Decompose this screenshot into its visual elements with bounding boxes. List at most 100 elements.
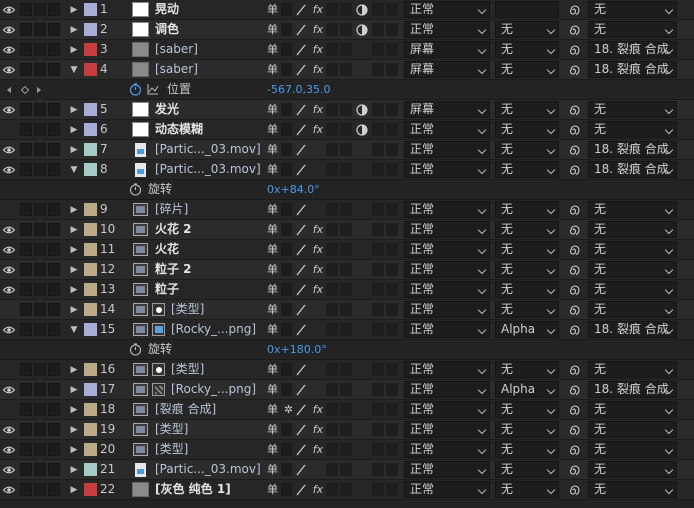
stopwatch-icon[interactable] (128, 340, 142, 359)
track-matte-dropdown[interactable]: 无 (495, 401, 559, 418)
motion-blur-slot[interactable] (340, 363, 352, 376)
lock-toggle[interactable] (48, 423, 60, 436)
collapse-switch-slot[interactable] (281, 263, 292, 276)
parent-pickwhip-icon[interactable] (566, 280, 582, 299)
quality-switch-icon[interactable] (295, 220, 307, 239)
label-color-swatch[interactable] (84, 3, 97, 16)
parent-pickwhip-icon[interactable] (566, 360, 582, 379)
keyframe-next-icon[interactable] (34, 80, 44, 99)
layer-row[interactable]: ▶ 3 [saber] 单 fx 屏幕无 18. 裂痕 合成 (0, 40, 694, 60)
parent-dropdown[interactable]: 无 (588, 221, 677, 238)
frame-blend-slot[interactable] (326, 103, 338, 116)
3d-layer-slot[interactable] (386, 443, 398, 456)
quality-switch-icon[interactable] (295, 40, 307, 59)
layer-name[interactable]: [裂痕 合成] (155, 400, 261, 419)
track-matte-dropdown[interactable]: Alpha (495, 381, 559, 398)
collapse-switch-slot[interactable] (281, 463, 292, 476)
fx-switch-icon[interactable]: fx (310, 440, 326, 459)
twirl-right-icon[interactable]: ▶ (68, 440, 80, 459)
parent-dropdown[interactable]: 无 (588, 261, 677, 278)
adjustment-slot[interactable] (372, 243, 384, 256)
track-matte-dropdown[interactable]: 无 (495, 461, 559, 478)
solo-toggle[interactable] (34, 63, 46, 76)
layer-row[interactable]: ▶ 7 [Partic..._03.mov] 单 正常无 18. 裂痕 合成 (0, 140, 694, 160)
motion-blur-slot[interactable] (340, 303, 352, 316)
frame-blend-slot[interactable] (326, 283, 338, 296)
parent-dropdown[interactable]: 18. 裂痕 合成 (588, 141, 677, 158)
blend-mode-dropdown[interactable]: 正常 (404, 21, 490, 38)
layer-name[interactable]: 晃动 (155, 0, 261, 19)
layer-row[interactable]: ▼ 15 [Rocky_...png] 单 正常 Alpha 18. 裂痕 合成 (0, 320, 694, 340)
eye-off-slot[interactable] (2, 400, 16, 419)
adjustment-slot[interactable] (372, 203, 384, 216)
track-matte-dropdown[interactable]: 无 (495, 121, 559, 138)
3d-layer-slot[interactable] (386, 263, 398, 276)
3d-layer-slot[interactable] (386, 463, 398, 476)
motion-blur-slot[interactable] (340, 3, 352, 16)
parent-dropdown[interactable]: 18. 裂痕 合成 (588, 321, 677, 338)
motion-blur-icon[interactable] (355, 0, 369, 19)
layer-row[interactable]: ▶ 9 [碎片] 单正常无无 (0, 200, 694, 220)
fx-switch-icon[interactable]: fx (310, 20, 326, 39)
stopwatch-icon[interactable] (128, 180, 142, 199)
eye-icon[interactable] (2, 320, 16, 339)
parent-pickwhip-icon[interactable] (566, 320, 582, 339)
audio-toggle[interactable] (20, 323, 32, 336)
layer-name[interactable]: [灰色 纯色 1] (155, 480, 261, 499)
parent-dropdown[interactable]: 18. 裂痕 合成 (588, 41, 677, 58)
frame-blend-slot[interactable] (326, 3, 338, 16)
keyframe-add-icon[interactable] (20, 80, 30, 99)
shy-switch-icon[interactable]: 单 (266, 220, 279, 239)
solo-toggle[interactable] (34, 263, 46, 276)
parent-pickwhip-icon[interactable] (566, 480, 582, 499)
label-color-swatch[interactable] (84, 323, 97, 336)
motion-blur-slot[interactable] (340, 203, 352, 216)
quality-switch-icon[interactable] (295, 200, 307, 219)
audio-toggle[interactable] (20, 163, 32, 176)
fx-switch-icon[interactable]: fx (310, 0, 326, 19)
collapse-switch-slot[interactable] (281, 23, 292, 36)
shy-switch-icon[interactable]: 单 (266, 260, 279, 279)
layer-name[interactable]: [类型] (171, 360, 261, 379)
adjustment-slot[interactable] (372, 43, 384, 56)
3d-layer-slot[interactable] (386, 363, 398, 376)
audio-toggle[interactable] (20, 363, 32, 376)
audio-toggle[interactable] (20, 383, 32, 396)
3d-layer-slot[interactable] (386, 223, 398, 236)
lock-toggle[interactable] (48, 303, 60, 316)
eye-icon[interactable] (2, 280, 16, 299)
adjustment-slot[interactable] (372, 3, 384, 16)
frame-blend-slot[interactable] (326, 223, 338, 236)
frame-blend-slot[interactable] (326, 483, 338, 496)
3d-layer-slot[interactable] (386, 243, 398, 256)
frame-blend-slot[interactable] (326, 123, 338, 136)
blend-mode-dropdown[interactable]: 正常 (404, 241, 490, 258)
solo-toggle[interactable] (34, 3, 46, 16)
layer-row[interactable]: ▶ 14 [类型] 单正常无无 (0, 300, 694, 320)
motion-blur-slot[interactable] (340, 103, 352, 116)
parent-pickwhip-icon[interactable] (566, 400, 582, 419)
frame-blend-slot[interactable] (326, 323, 338, 336)
label-color-swatch[interactable] (84, 423, 97, 436)
lock-toggle[interactable] (48, 223, 60, 236)
quality-switch-icon[interactable] (295, 300, 307, 319)
parent-dropdown[interactable]: 无 (588, 121, 677, 138)
audio-toggle[interactable] (20, 303, 32, 316)
fx-switch-icon[interactable]: fx (310, 120, 326, 139)
track-matte-dropdown[interactable]: 无 (495, 421, 559, 438)
shy-switch-icon[interactable]: 单 (266, 400, 279, 419)
collapse-switch-icon[interactable]: ✲ (282, 400, 295, 419)
audio-toggle[interactable] (20, 103, 32, 116)
parent-dropdown[interactable]: 18. 裂痕 合成 (588, 381, 677, 398)
adjustment-slot[interactable] (372, 423, 384, 436)
audio-toggle[interactable] (20, 203, 32, 216)
collapse-switch-slot[interactable] (281, 363, 292, 376)
motion-blur-slot[interactable] (340, 63, 352, 76)
label-color-swatch[interactable] (84, 463, 97, 476)
layer-name[interactable]: 发光 (155, 100, 261, 119)
lock-toggle[interactable] (48, 3, 60, 16)
blend-mode-dropdown[interactable]: 正常 (404, 301, 490, 318)
fx-switch-icon[interactable]: fx (310, 100, 326, 119)
layer-row[interactable]: ▼ 8 [Partic..._03.mov] 单 正常无 18. 裂痕 合成 (0, 160, 694, 180)
layer-name[interactable]: 粒子 2 (155, 260, 261, 279)
